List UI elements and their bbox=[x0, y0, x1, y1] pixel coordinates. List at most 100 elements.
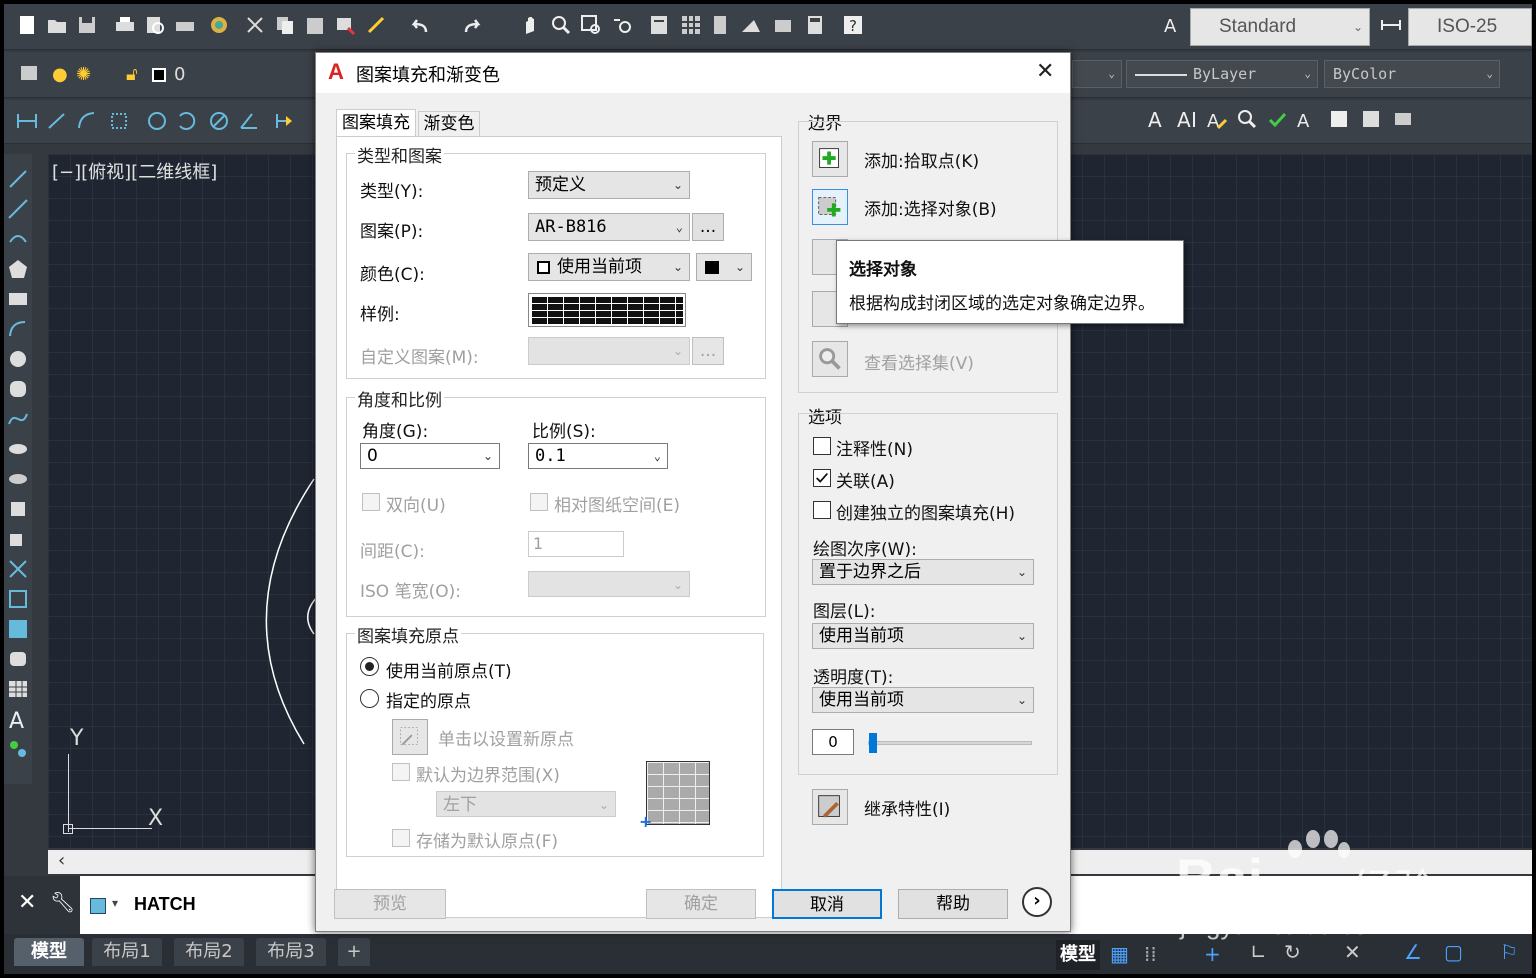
use-current-origin-radio[interactable] bbox=[360, 657, 379, 676]
transparency-input[interactable]: 0 bbox=[812, 729, 854, 755]
convert-space-icon[interactable] bbox=[1392, 108, 1414, 130]
annotative-checkbox[interactable] bbox=[813, 437, 831, 455]
table-icon[interactable] bbox=[7, 678, 29, 700]
independent-checkbox[interactable] bbox=[813, 501, 831, 519]
gradient-icon[interactable] bbox=[7, 618, 29, 640]
double-checkbox[interactable] bbox=[362, 493, 380, 511]
zoom-previous-icon[interactable] bbox=[612, 14, 634, 36]
cancel-button[interactable]: 取消 bbox=[772, 889, 882, 919]
arc-icon[interactable] bbox=[7, 318, 29, 340]
linetype-combo[interactable]: ByLayer ⌄ bbox=[1126, 60, 1318, 88]
tab-hatch[interactable]: 图案填充 bbox=[336, 109, 416, 137]
save-icon[interactable] bbox=[76, 14, 98, 36]
open-file-icon[interactable] bbox=[46, 14, 68, 36]
color-combo[interactable]: ⌄ bbox=[1072, 60, 1122, 88]
paper-space-checkbox[interactable] bbox=[530, 493, 548, 511]
preview-button[interactable]: 预览 bbox=[334, 889, 446, 919]
dim-style-icon[interactable] bbox=[1380, 14, 1402, 36]
layer-properties-icon[interactable] bbox=[18, 62, 40, 84]
radius-dim-icon[interactable] bbox=[146, 110, 168, 132]
rectangle-icon[interactable] bbox=[7, 288, 29, 310]
polygon-icon[interactable] bbox=[7, 258, 29, 280]
bg-color-select[interactable]: ⌄ bbox=[696, 253, 752, 281]
lineweight-combo[interactable]: ByColor ⌄ bbox=[1324, 60, 1500, 88]
dialog-titlebar[interactable]: A 图案填充和渐变色 ✕ bbox=[316, 53, 1070, 93]
help-icon[interactable]: ? bbox=[842, 14, 864, 36]
annotation-icon[interactable]: ⚐ bbox=[1500, 940, 1518, 964]
region-icon[interactable] bbox=[7, 648, 29, 670]
hatch-icon[interactable] bbox=[7, 588, 29, 610]
print-icon[interactable] bbox=[114, 14, 136, 36]
scroll-left-icon[interactable]: ‹ bbox=[58, 850, 65, 871]
more-options-icon[interactable]: › bbox=[1022, 887, 1052, 917]
angle-select[interactable]: 0 ⌄ bbox=[360, 443, 500, 469]
close-icon[interactable]: ✕ bbox=[1036, 59, 1054, 84]
tool-palettes-icon[interactable] bbox=[710, 14, 732, 36]
new-file-icon[interactable] bbox=[16, 14, 38, 36]
spacing-input[interactable]: 1 bbox=[528, 531, 624, 557]
set-origin-button[interactable] bbox=[392, 719, 428, 755]
scale-select[interactable]: 0.1 ⌄ bbox=[528, 443, 668, 469]
ellipse-arc-icon[interactable] bbox=[7, 468, 29, 490]
revcloud-icon[interactable] bbox=[7, 378, 29, 400]
point-icon[interactable] bbox=[7, 558, 29, 580]
paste-icon[interactable] bbox=[304, 14, 326, 36]
associative-checkbox[interactable] bbox=[813, 469, 831, 487]
model-space-button[interactable]: 模型 bbox=[1056, 940, 1100, 970]
custom-browse-button[interactable]: ... bbox=[692, 337, 724, 365]
design-center-icon[interactable] bbox=[680, 14, 702, 36]
find-text-icon[interactable] bbox=[1236, 108, 1258, 130]
slider-thumb[interactable] bbox=[869, 733, 877, 753]
3d-dwf-icon[interactable] bbox=[208, 14, 230, 36]
close-icon[interactable]: ✕ bbox=[18, 890, 36, 915]
tab-layout2[interactable]: 布局2 bbox=[174, 938, 244, 966]
extent-select[interactable]: 左下 ⌄ bbox=[436, 791, 616, 817]
tab-model[interactable]: 模型 bbox=[14, 938, 84, 966]
viewport-label[interactable]: [−][俯视][二维线框] bbox=[52, 158, 217, 184]
arc-dim-icon[interactable] bbox=[76, 110, 98, 132]
aligned-dim-icon[interactable] bbox=[46, 110, 68, 132]
pattern-select[interactable]: AR-B816 ⌄ bbox=[528, 213, 690, 241]
diameter-dim-icon[interactable] bbox=[208, 110, 230, 132]
properties-icon[interactable] bbox=[648, 14, 670, 36]
add-selected-icon[interactable] bbox=[7, 738, 29, 760]
zoom-window-icon[interactable] bbox=[580, 14, 602, 36]
add-pick-button[interactable] bbox=[812, 141, 848, 177]
tab-layout3[interactable]: 布局3 bbox=[256, 938, 326, 966]
custom-pattern-select[interactable]: ⌄ bbox=[528, 337, 690, 365]
store-default-checkbox[interactable] bbox=[392, 829, 410, 847]
publish-icon[interactable] bbox=[174, 14, 196, 36]
text-style-edit-icon[interactable]: A bbox=[1296, 108, 1318, 132]
multiline-text-icon[interactable]: A bbox=[7, 708, 29, 734]
ellipse-icon[interactable] bbox=[7, 438, 29, 460]
snap-icon[interactable]: ⁞⁞ bbox=[1144, 942, 1157, 966]
single-text-icon[interactable]: A bbox=[1176, 108, 1198, 132]
calculator-icon[interactable] bbox=[804, 14, 826, 36]
undo-icon[interactable] bbox=[408, 16, 430, 38]
add-pick-label[interactable]: 添加:拾取点(K) bbox=[864, 147, 979, 172]
iso-pen-select[interactable]: ⌄ bbox=[528, 571, 690, 597]
layer-combo[interactable]: ● ✺ 🔓︎ 0 bbox=[48, 58, 318, 92]
xline-icon[interactable] bbox=[7, 198, 29, 220]
redo-icon[interactable] bbox=[462, 16, 484, 38]
cut-icon[interactable] bbox=[244, 14, 266, 36]
text-style-icon[interactable]: A bbox=[1162, 14, 1184, 37]
pattern-swatch[interactable] bbox=[528, 293, 686, 327]
add-select-button[interactable] bbox=[812, 189, 848, 225]
tab-gradient[interactable]: 渐变色 bbox=[418, 111, 480, 137]
transparency-slider[interactable] bbox=[868, 733, 1032, 753]
specified-origin-radio[interactable] bbox=[360, 689, 379, 708]
grid-icon[interactable]: ▦ bbox=[1110, 942, 1129, 966]
scale-text-icon[interactable] bbox=[1328, 108, 1350, 130]
help-button[interactable]: 帮助 bbox=[898, 889, 1008, 919]
copy-icon[interactable] bbox=[274, 14, 296, 36]
customize-icon[interactable]: 🔧︎ bbox=[50, 890, 75, 914]
edit-text-icon[interactable]: A bbox=[1206, 108, 1228, 132]
line-icon[interactable] bbox=[7, 168, 29, 190]
inherit-label[interactable]: 继承特性(I) bbox=[864, 795, 950, 820]
command-dropdown-icon[interactable]: ▾ bbox=[112, 896, 118, 910]
default-extent-checkbox[interactable] bbox=[392, 763, 410, 781]
transparency-select[interactable]: 使用当前项 ⌄ bbox=[812, 687, 1034, 713]
text-style-combo[interactable]: Standard ⌄ bbox=[1190, 8, 1370, 46]
linear-dim-icon[interactable] bbox=[16, 110, 38, 132]
